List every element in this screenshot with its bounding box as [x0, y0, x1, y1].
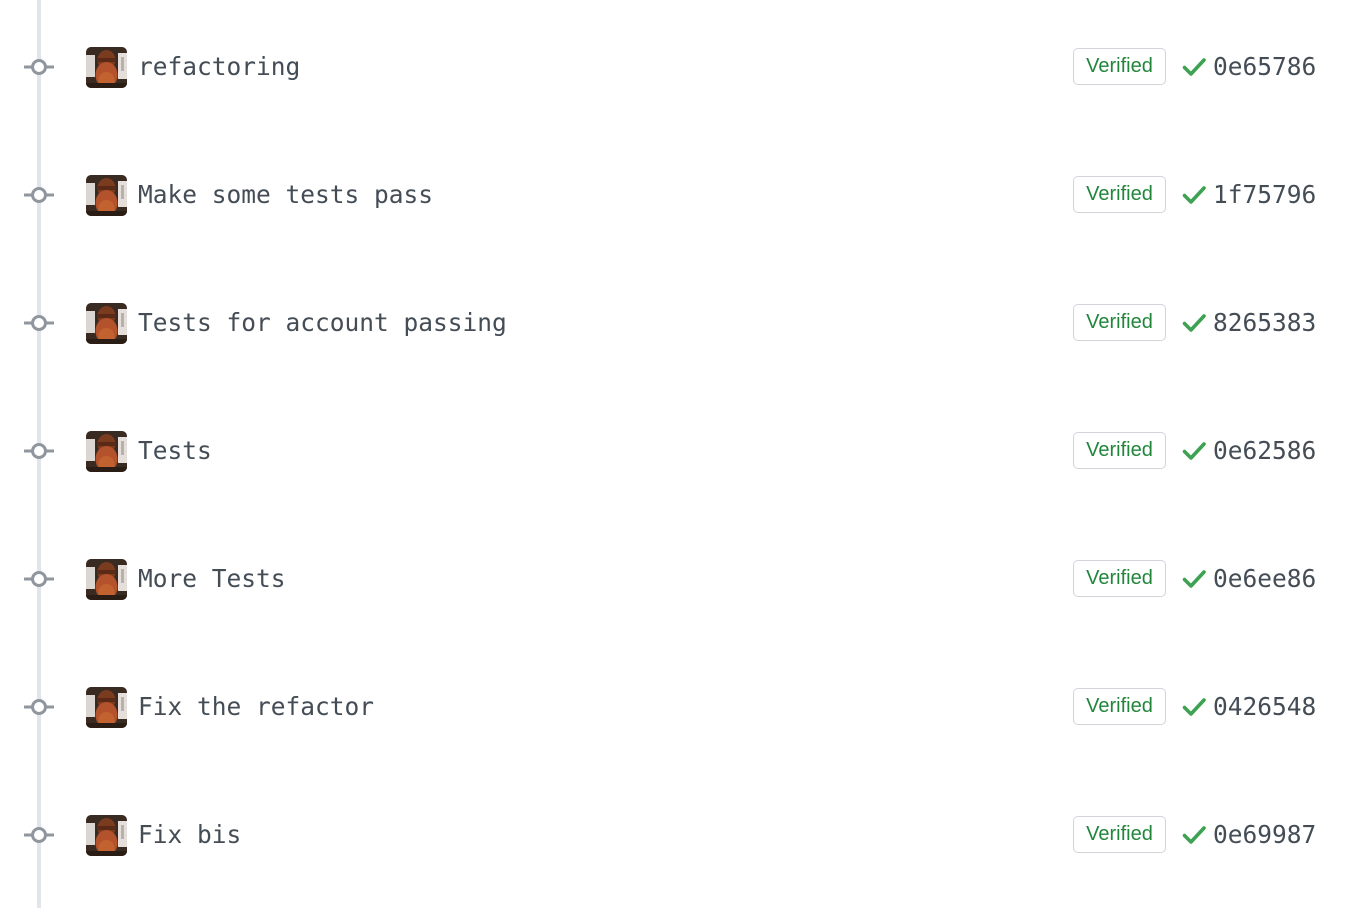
verified-badge[interactable]: Verified [1073, 304, 1166, 341]
commit-message-link[interactable]: More Tests [138, 561, 286, 597]
commit-sha-link[interactable]: 8265383 [1213, 305, 1316, 341]
commit-row: Make some tests pass Verified 1f75796 [0, 165, 1358, 225]
author-avatar[interactable] [86, 431, 127, 472]
git-commit-icon [24, 57, 54, 77]
check-icon[interactable] [1182, 567, 1206, 591]
verified-badge[interactable]: Verified [1073, 560, 1166, 597]
author-avatar[interactable] [86, 687, 127, 728]
commit-message-link[interactable]: Make some tests pass [138, 177, 433, 213]
git-commit-icon [24, 441, 54, 461]
commit-message-link[interactable]: Tests [138, 433, 212, 469]
check-icon[interactable] [1182, 55, 1206, 79]
commit-row: Fix bis Verified 0e69987 [0, 805, 1358, 865]
check-icon[interactable] [1182, 183, 1206, 207]
verified-badge[interactable]: Verified [1073, 432, 1166, 469]
commit-sha-link[interactable]: 0e65786 [1213, 49, 1316, 85]
commit-sha-link[interactable]: 1f75796 [1213, 177, 1316, 213]
git-commit-icon [24, 825, 54, 845]
check-icon[interactable] [1182, 823, 1206, 847]
commit-list: refactoring Verified 0e65786 Make some t… [0, 0, 1358, 908]
commit-sha-link[interactable]: 0e6ee86 [1213, 561, 1316, 597]
commit-message-link[interactable]: Tests for account passing [138, 305, 507, 341]
commit-row: refactoring Verified 0e65786 [0, 37, 1358, 97]
author-avatar[interactable] [86, 47, 127, 88]
commit-row: Tests for account passing Verified 82653… [0, 293, 1358, 353]
verified-badge[interactable]: Verified [1073, 816, 1166, 853]
author-avatar[interactable] [86, 559, 127, 600]
git-commit-icon [24, 185, 54, 205]
check-icon[interactable] [1182, 439, 1206, 463]
verified-badge[interactable]: Verified [1073, 176, 1166, 213]
commit-message-link[interactable]: Fix the refactor [138, 689, 374, 725]
commit-row: Tests Verified 0e62586 [0, 421, 1358, 481]
commit-sha-link[interactable]: 0426548 [1213, 689, 1316, 725]
commit-sha-link[interactable]: 0e62586 [1213, 433, 1316, 469]
author-avatar[interactable] [86, 175, 127, 216]
git-commit-icon [24, 569, 54, 589]
check-icon[interactable] [1182, 311, 1206, 335]
commit-message-link[interactable]: Fix bis [138, 817, 241, 853]
check-icon[interactable] [1182, 695, 1206, 719]
commit-sha-link[interactable]: 0e69987 [1213, 817, 1316, 853]
author-avatar[interactable] [86, 815, 127, 856]
commit-row: More Tests Verified 0e6ee86 [0, 549, 1358, 609]
commit-message-link[interactable]: refactoring [138, 49, 300, 85]
verified-badge[interactable]: Verified [1073, 48, 1166, 85]
git-commit-icon [24, 697, 54, 717]
verified-badge[interactable]: Verified [1073, 688, 1166, 725]
author-avatar[interactable] [86, 303, 127, 344]
git-commit-icon [24, 313, 54, 333]
commit-row: Fix the refactor Verified 0426548 [0, 677, 1358, 737]
